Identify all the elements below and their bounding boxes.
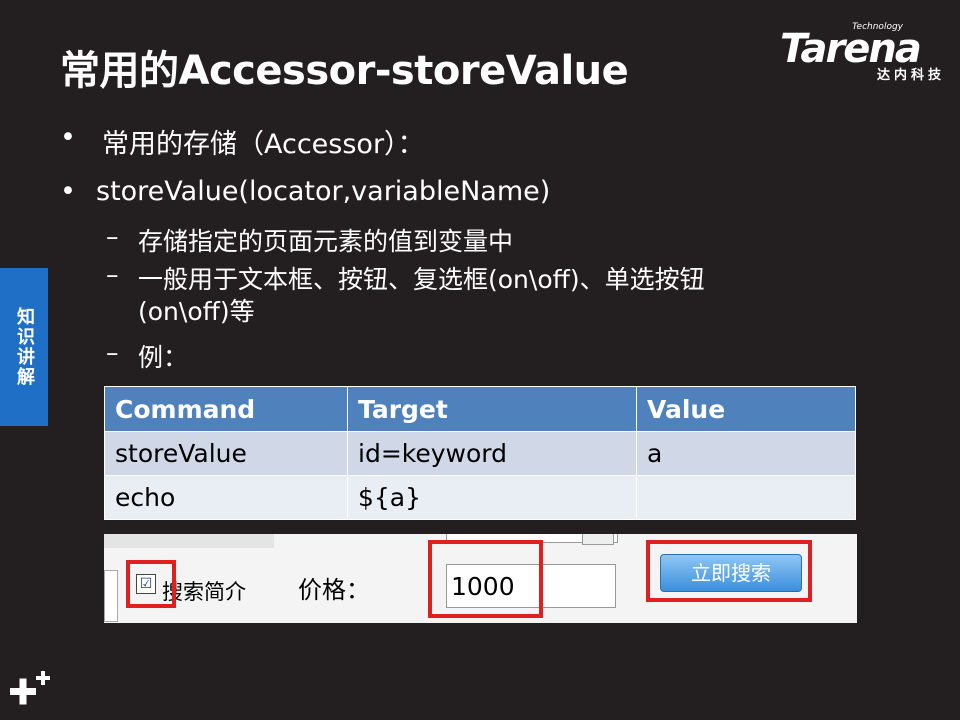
subpoint-text: (on\off)等	[138, 297, 255, 326]
header-value: Value	[636, 386, 856, 432]
subpoint-text: 一般用于文本框、按钮、复选框(on\off)、单选按钮	[138, 265, 705, 294]
bullet-text: 常用的存储（Accessor）：	[102, 129, 425, 160]
slide-title: 常用的Accessor-storeValue	[60, 48, 629, 94]
price-label: 价格：	[298, 576, 370, 604]
highlight-price-input	[428, 540, 543, 618]
cell-command: echo	[104, 475, 348, 520]
cell-target: ${a}	[347, 475, 637, 520]
bullet-dot: •	[60, 176, 76, 207]
subpoint-dash: –	[106, 338, 119, 367]
command-table: Command Target Value storeValue id=keywo…	[104, 386, 856, 520]
bullet-text: storeValue(locator,variableName)	[96, 176, 551, 207]
table-row: echo ${a}	[104, 475, 856, 520]
screenshot-upper-button	[582, 534, 614, 545]
bullet-dot: •	[60, 122, 76, 153]
subpoint-dash: –	[106, 260, 119, 289]
screenshot-left-field	[104, 570, 118, 622]
logo-chinese: 达内科技	[876, 68, 945, 83]
cell-command: storeValue	[104, 431, 348, 476]
plus-icon	[10, 671, 50, 705]
header-target: Target	[347, 386, 637, 432]
highlight-checkbox	[126, 560, 176, 608]
side-tab-label: 知识讲解	[14, 307, 35, 387]
side-tab[interactable]: 知识讲解	[0, 268, 48, 426]
table-header-row: Command Target Value	[104, 386, 856, 432]
tarena-logo: Technology Tarena 达内科技	[780, 22, 945, 84]
table-row: storeValue id=keyword a	[104, 431, 856, 476]
cell-value: a	[636, 431, 856, 476]
highlight-search-button	[646, 540, 812, 602]
cell-target: id=keyword	[347, 431, 637, 476]
screenshot-topbar	[104, 534, 274, 548]
subpoint-dash: –	[106, 222, 119, 251]
cell-value	[636, 475, 856, 520]
subpoint-text: 例：	[138, 343, 189, 372]
subpoint-text: 存储指定的页面元素的值到变量中	[138, 227, 514, 256]
example-screenshot: ☑ 搜索简介 价格： 1000 立即搜索	[104, 534, 857, 623]
header-command: Command	[104, 386, 348, 432]
